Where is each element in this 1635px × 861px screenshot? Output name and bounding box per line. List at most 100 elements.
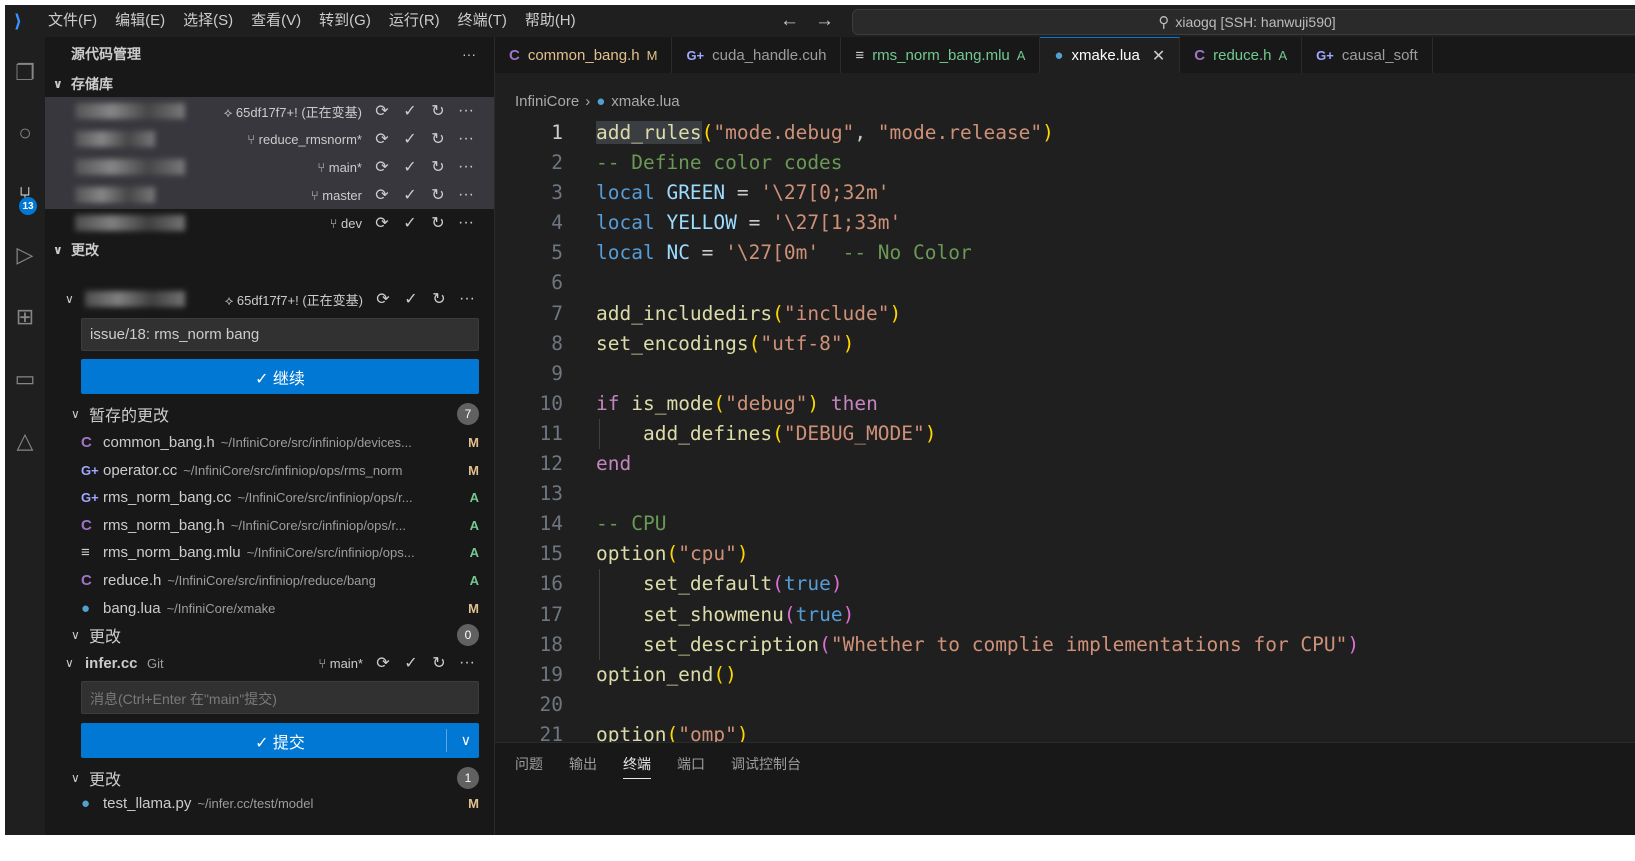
tab-label: rms_norm_bang.mlu: [872, 46, 1010, 64]
repo1-header[interactable]: ∨ ⟡ 65df17f7+! (正在变基) ⟳ ✓ ↻ ···: [45, 285, 494, 313]
panel-tab[interactable]: 调试控制台: [731, 754, 801, 779]
commit-message-placeholder[interactable]: 消息(Ctrl+Enter 在"main"提交): [81, 681, 479, 714]
explorer-icon[interactable]: ❐: [5, 53, 45, 93]
lua-file-icon: ●: [81, 599, 91, 617]
editor-tab[interactable]: Ccommon_bang.h M: [495, 37, 673, 73]
remote-explorer-icon[interactable]: ▭: [5, 359, 45, 399]
repo-actions: ⑂ main* ⟳ ✓ ↻ ···: [317, 157, 474, 177]
menu-item[interactable]: 编辑(E): [106, 5, 174, 37]
breadcrumb-file[interactable]: xmake.lua: [611, 93, 679, 110]
panel-tab[interactable]: 终端: [623, 754, 651, 779]
branch-label: ⑂ master: [310, 187, 362, 203]
refresh-icon[interactable]: ↻: [431, 289, 447, 309]
changes-section-header[interactable]: ∨ 更改: [45, 237, 494, 263]
source-control-icon[interactable]: ⑂ 13: [5, 175, 45, 215]
code-token: YELLOW: [666, 211, 737, 235]
line-number: 2: [551, 151, 563, 175]
menu-item[interactable]: 选择(S): [174, 5, 242, 37]
commit-check-icon[interactable]: ✓: [403, 289, 419, 309]
commit-message-input[interactable]: issue/18: rms_norm bang: [81, 318, 479, 351]
repo2-changes-header[interactable]: ∨ 更改 1: [71, 765, 479, 791]
repo1-changes-header[interactable]: ∨ 更改 0: [71, 622, 479, 648]
menu-item[interactable]: 帮助(H): [516, 5, 585, 37]
code-token: '\27[1;33m': [772, 211, 902, 235]
staged-changes-header[interactable]: ∨ 暂存的更改 7: [71, 401, 479, 427]
repo2-header[interactable]: ∨ infer.cc Git ⑂ main* ⟳ ✓ ↻ ···: [45, 649, 494, 677]
editor-tab[interactable]: G+ cuda_handle.cuh: [672, 37, 842, 73]
more-icon[interactable]: ···: [459, 654, 475, 672]
forward-arrow-icon[interactable]: →: [815, 10, 834, 32]
extensions-icon[interactable]: ⊞: [5, 297, 45, 337]
sync-icon[interactable]: ⟳: [375, 289, 391, 309]
repositories-section-header[interactable]: ∨ 存储库: [45, 71, 494, 97]
command-center-search[interactable]: ⚲ xiaogq [SSH: hanwuji590]: [852, 9, 1635, 35]
more-icon[interactable]: ···: [458, 214, 474, 232]
sync-icon[interactable]: ⟳: [374, 157, 390, 177]
menu-item[interactable]: 运行(R): [380, 5, 449, 37]
editor-tabs: Ccommon_bang.h M G+ cuda_handle.cuh ≡ rms_nor…: [495, 37, 1635, 73]
commit-check-icon[interactable]: ✓: [402, 157, 418, 177]
commit-button[interactable]: ✓ 提交 ∨: [81, 723, 479, 758]
refresh-icon[interactable]: ↻: [430, 101, 446, 121]
cmake-icon[interactable]: △: [5, 421, 45, 461]
staged-file-row[interactable]: ≡ rms_norm_bang.mlu ~/InfiniCore/src/infin…: [81, 539, 479, 566]
staged-file-row[interactable]: Crms_norm_bang.h ~/InfiniCore/src/infinio…: [81, 512, 479, 539]
menu-item[interactable]: 文件(F): [39, 5, 106, 37]
file-row-test-llama[interactable]: ● test_llama.py ~/infer.cc/test/model M: [81, 790, 479, 817]
commit-check-icon[interactable]: ✓: [402, 185, 418, 205]
refresh-icon[interactable]: ↻: [430, 129, 446, 149]
repository-row[interactable]: ⑂ reduce_rmsnorm* ⟳ ✓ ↻ ···: [45, 125, 494, 153]
sync-icon[interactable]: ⟳: [374, 129, 390, 149]
editor-tab[interactable]: G+ causal_soft: [1302, 37, 1433, 73]
staged-file-row[interactable]: ● bang.lua ~/InfiniCore/xmake M: [81, 595, 479, 622]
sync-icon[interactable]: ⟳: [374, 185, 390, 205]
lua-file-icon: ●: [596, 93, 606, 110]
repository-row[interactable]: ⑂ dev ⟳ ✓ ↻ ···: [45, 209, 494, 237]
repo-actions: ⟡ 65df17f7+! (正在变基) ⟳ ✓ ↻ ···: [224, 101, 474, 121]
sync-icon[interactable]: ⟳: [375, 653, 391, 673]
staged-file-row[interactable]: Ccommon_bang.h ~/InfiniCore/src/infiniop/…: [81, 429, 479, 456]
panel-tab[interactable]: 问题: [515, 754, 543, 779]
run-debug-icon[interactable]: ▷: [5, 235, 45, 275]
refresh-icon[interactable]: ↻: [431, 653, 447, 673]
search-view-icon[interactable]: ○: [5, 113, 45, 153]
c-file-icon: C: [81, 516, 92, 534]
staged-file-row[interactable]: G+ rms_norm_bang.cc ~/InfiniCore/src/infin…: [81, 484, 479, 511]
menu-item[interactable]: 终端(T): [449, 5, 516, 37]
panel-tab[interactable]: 端口: [677, 754, 705, 779]
file-name: reduce.h: [103, 572, 162, 589]
close-icon[interactable]: ✕: [1152, 46, 1165, 66]
chevron-right-icon: ›: [585, 93, 591, 110]
commit-check-icon[interactable]: ✓: [403, 653, 419, 673]
menu-item[interactable]: 查看(V): [242, 5, 310, 37]
more-icon[interactable]: ···: [458, 158, 474, 176]
refresh-icon[interactable]: ↻: [430, 157, 446, 177]
more-icon[interactable]: ···: [458, 102, 474, 120]
commit-check-icon[interactable]: ✓: [402, 101, 418, 121]
continue-button[interactable]: ✓ 继续: [81, 359, 479, 394]
sync-icon[interactable]: ⟳: [374, 101, 390, 121]
refresh-icon[interactable]: ↻: [430, 213, 446, 233]
menu-item[interactable]: 转到(G): [310, 5, 380, 37]
repository-row[interactable]: ⑂ main* ⟳ ✓ ↻ ···: [45, 153, 494, 181]
back-arrow-icon[interactable]: ←: [780, 10, 799, 32]
editor-tab[interactable]: ≡ rms_norm_bang.mlu A: [841, 37, 1041, 73]
refresh-icon[interactable]: ↻: [430, 185, 446, 205]
panel-tab[interactable]: 输出: [569, 754, 597, 779]
sync-icon[interactable]: ⟳: [374, 213, 390, 233]
repository-row[interactable]: ⟡ 65df17f7+! (正在变基) ⟳ ✓ ↻ ···: [45, 97, 494, 125]
commit-check-icon[interactable]: ✓: [402, 213, 418, 233]
breadcrumb-folder[interactable]: InfiniCore: [515, 93, 579, 110]
editor-tab[interactable]: Creduce.h A: [1180, 37, 1303, 73]
chevron-down-icon[interactable]: ∨: [461, 732, 471, 749]
editor-tab[interactable]: ● xmake.lua ✕: [1040, 37, 1181, 73]
more-icon[interactable]: ···: [458, 186, 474, 204]
staged-file-row[interactable]: G+ operator.cc ~/InfiniCore/src/infiniop/o…: [81, 457, 479, 484]
more-icon[interactable]: ···: [459, 290, 475, 308]
staged-file-row[interactable]: Creduce.h ~/InfiniCore/src/infiniop/reduc…: [81, 567, 479, 594]
repository-row[interactable]: ⑂ master ⟳ ✓ ↻ ···: [45, 181, 494, 209]
more-icon[interactable]: ···: [458, 130, 474, 148]
code-editor[interactable]: 1 add_rules("mode.debug", "mode.release")…: [495, 118, 1635, 748]
more-actions-icon[interactable]: ···: [462, 46, 476, 62]
commit-check-icon[interactable]: ✓: [402, 129, 418, 149]
